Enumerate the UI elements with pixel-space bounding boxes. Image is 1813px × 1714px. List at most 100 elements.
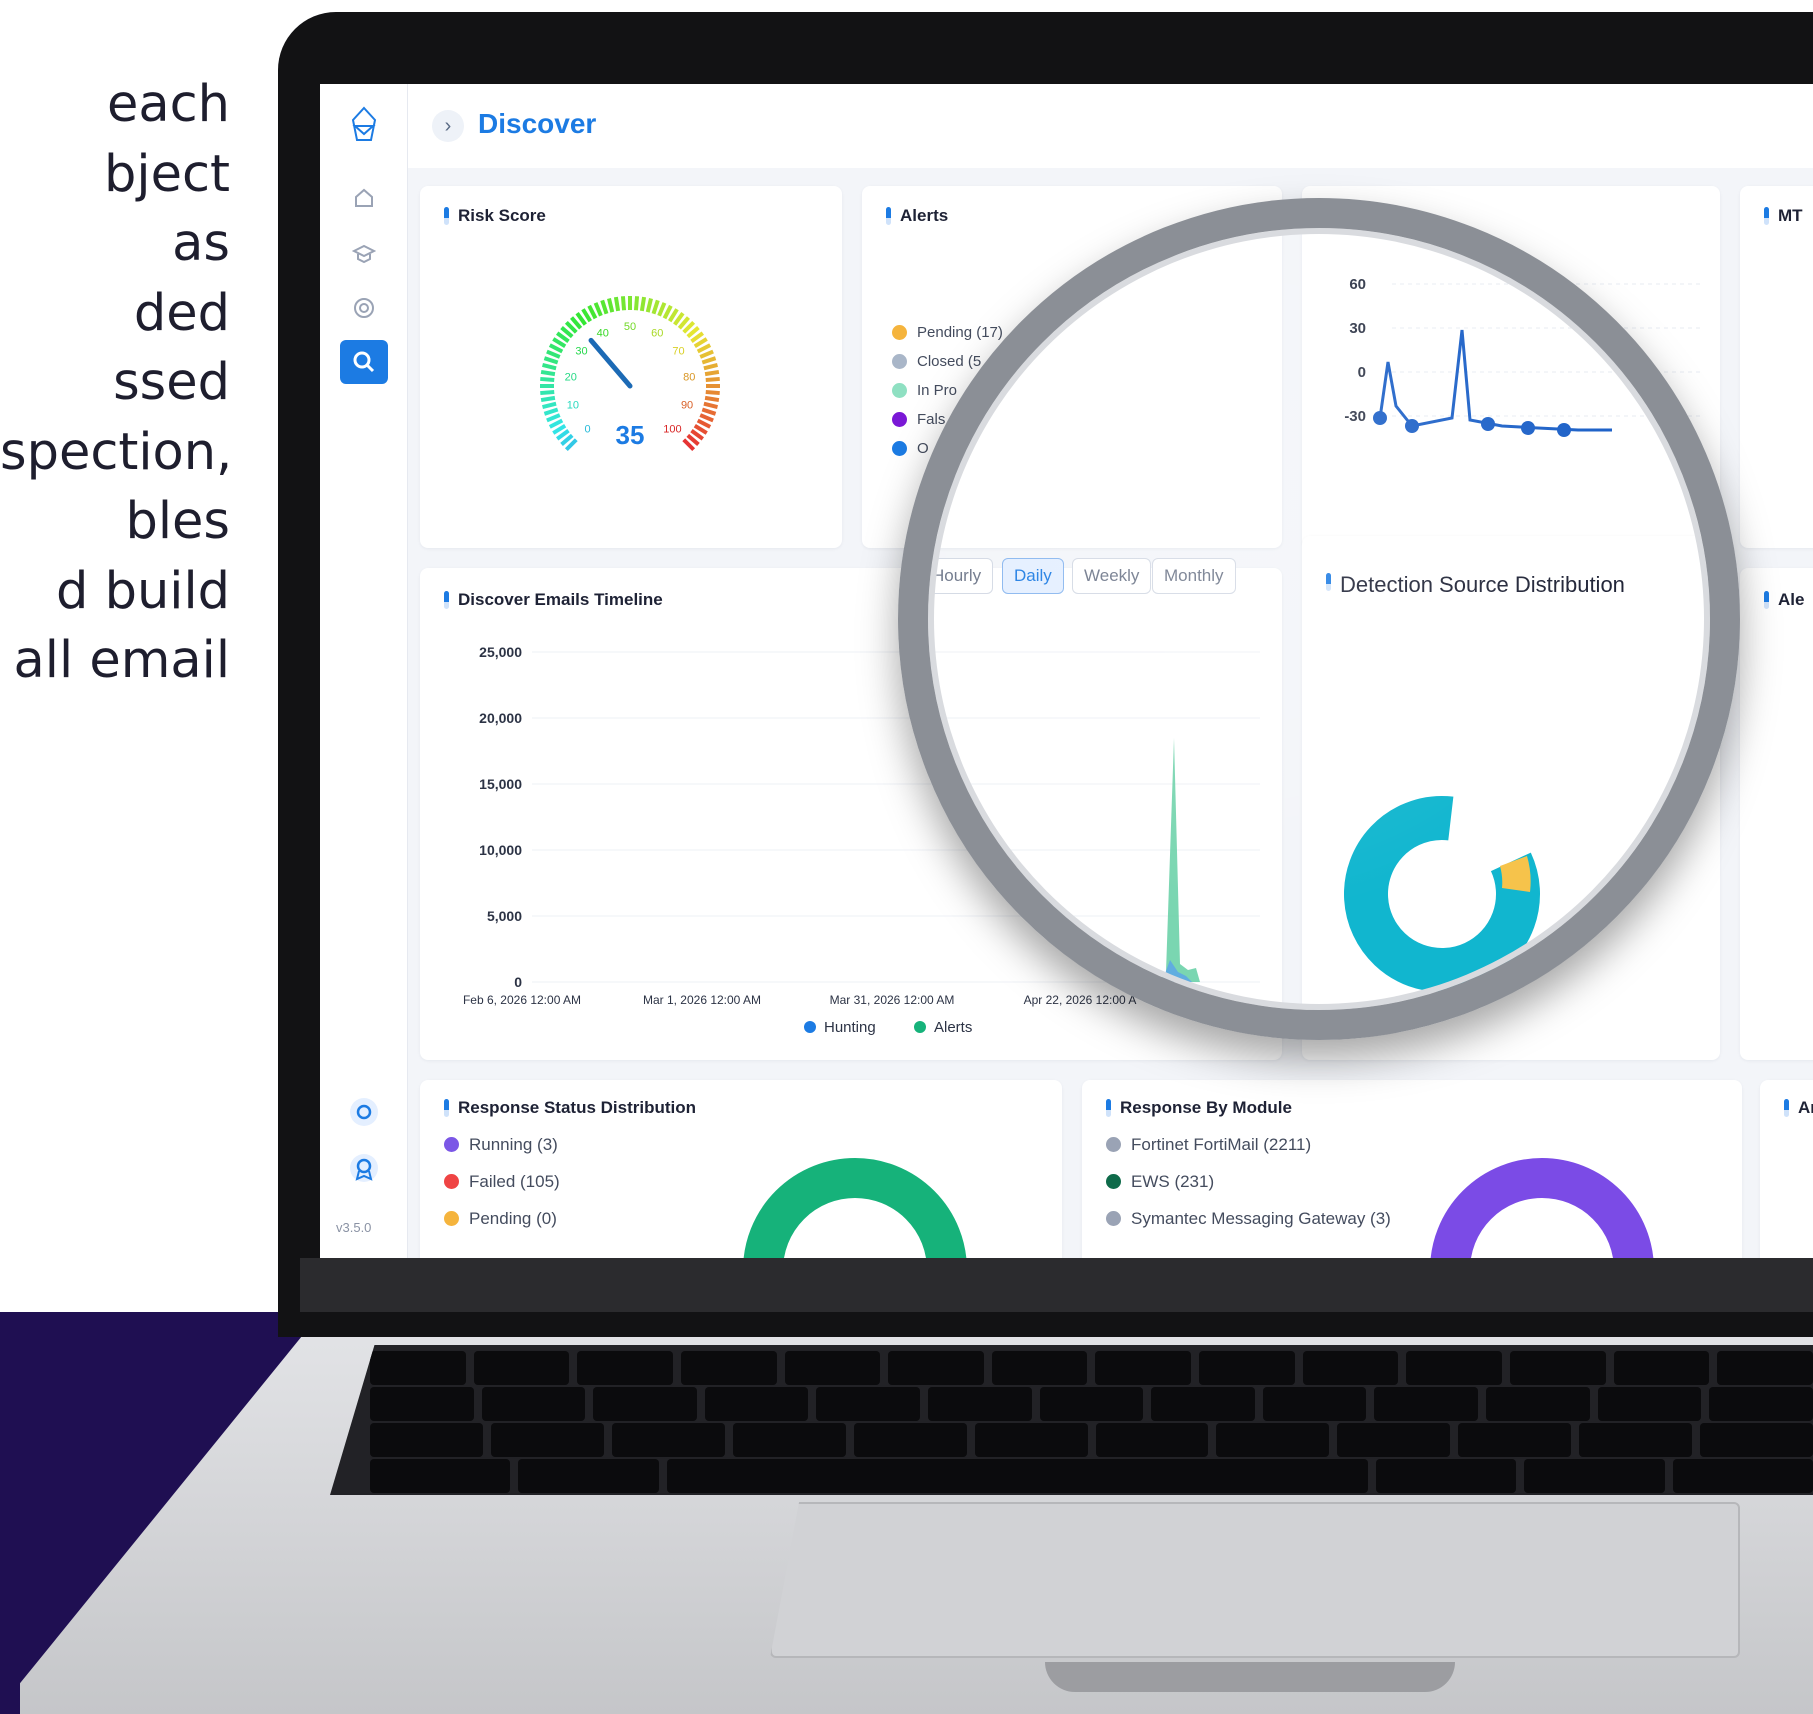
gauge-tick	[705, 389, 720, 396]
gauge-label: 10	[567, 400, 579, 412]
alerts-area	[1158, 738, 1200, 982]
legend-item[interactable]: Closed (5	[892, 347, 1003, 376]
response-status-donut	[743, 1158, 967, 1258]
legend-dot	[892, 383, 907, 398]
gauge-label: 0	[585, 423, 591, 435]
version-label: v3.5.0	[336, 1220, 372, 1235]
gauge-label: 80	[683, 372, 695, 384]
y-tick-label: 25,000	[479, 644, 522, 660]
settings-icon[interactable]	[346, 1094, 382, 1130]
laptop-screen: v3.5.0 › Discover Risk Score 0 10 20 30 40 50…	[320, 84, 1813, 1258]
gauge-tick	[657, 302, 667, 317]
legend-label: In Pro	[917, 382, 958, 399]
copy-line: ded	[133, 283, 230, 343]
laptop-bezel	[300, 1258, 1813, 1312]
copy-line: bles	[125, 492, 231, 551]
trackpad	[770, 1502, 1740, 1658]
gauge-needle	[588, 337, 633, 389]
y-tick-label: 10,000	[479, 842, 522, 858]
granularity-hourly[interactable]: Hourly	[920, 558, 994, 594]
gauge-tick	[703, 363, 718, 371]
response-module-donut	[1430, 1158, 1654, 1258]
copy-line: ssed	[113, 353, 230, 412]
data-point	[1373, 411, 1387, 425]
laptop-notch	[1045, 1662, 1455, 1692]
keyboard	[330, 1345, 1813, 1495]
discover-icon[interactable]	[340, 340, 388, 384]
trend-chart: 60 30 0 -30	[1344, 276, 1702, 437]
risk-gauge: 0 10 20 30 40 50 60 70 80 90100 35	[540, 296, 720, 452]
gauge-tick	[587, 304, 598, 320]
marketing-copy: each bject as ded ssed spection, bles d …	[0, 70, 230, 696]
gauge-tick	[620, 296, 627, 311]
header: › Discover	[408, 84, 1813, 168]
badge-icon[interactable]	[346, 1150, 382, 1186]
gauge-label: 40	[597, 328, 609, 340]
gauge-tick	[600, 299, 609, 315]
gauge-tick	[639, 296, 647, 312]
timeline-chart: 25,000 20,000 15,000 10,000 5,000 0 Feb 6, 202…	[463, 644, 1260, 1036]
legend-dot	[892, 325, 907, 340]
granularity-weekly[interactable]: Weekly	[1072, 558, 1152, 594]
gauge-tick	[633, 296, 640, 311]
chevron-right-icon[interactable]: ›	[432, 110, 464, 142]
card-title: Ale	[1764, 590, 1804, 610]
radar-icon[interactable]	[346, 290, 382, 326]
gauge-tick	[546, 413, 561, 423]
gauge-label: 70	[672, 346, 684, 358]
x-tick-label: Apr 22, 2026 12:00 A	[1024, 993, 1137, 1007]
y-tick-label: 60	[1349, 276, 1366, 293]
y-tick-label: 15,000	[479, 776, 522, 792]
legend-item[interactable]: Pending (17)	[892, 318, 1003, 347]
response-module-card: Response By Module Fortinet FortiMail (2…	[1082, 1080, 1742, 1258]
logo-icon[interactable]	[346, 106, 382, 142]
home-icon[interactable]	[346, 180, 382, 216]
page-title: Discover	[478, 108, 597, 139]
data-point	[1521, 421, 1535, 435]
legend-item[interactable]: Fals	[892, 405, 1003, 434]
y-tick-label: 0	[514, 974, 522, 990]
right-bottom-card: Ar	[1760, 1080, 1813, 1258]
gauge-label: 60	[651, 328, 663, 340]
gauge-tick	[543, 407, 559, 416]
gauge-tick	[548, 418, 564, 429]
legend-label: O	[917, 440, 929, 457]
copy-line: as	[172, 214, 230, 273]
gauge-tick	[651, 299, 660, 315]
x-tick-label: Feb 6, 2026 12:00 AM	[463, 993, 581, 1007]
granularity-monthly[interactable]: Monthly	[1152, 558, 1236, 594]
alerts-right-card: Ale	[1740, 568, 1813, 1060]
data-point	[1405, 419, 1419, 433]
gauge-tick	[593, 302, 603, 317]
gauge-tick	[540, 369, 556, 377]
timeline-card: Discover Emails Timeline 25,000 20,000 15,…	[420, 568, 1282, 1060]
graduation-icon[interactable]	[346, 236, 382, 272]
copy-line: d build	[56, 561, 230, 621]
legend-label: Alerts	[934, 1019, 972, 1036]
gauge-tick	[699, 413, 714, 423]
x-tick-label: Mar 1, 2026 12:00 AM	[643, 993, 761, 1007]
gauge-tick	[696, 343, 712, 354]
legend-dot	[892, 441, 907, 456]
gauge-tick	[540, 389, 555, 396]
legend-dot	[892, 354, 907, 369]
response-status-card: Response Status Distribution Running (3)…	[420, 1080, 1062, 1258]
card-title: Ar	[1784, 1098, 1813, 1118]
legend-item[interactable]: O	[892, 434, 1003, 463]
x-tick-label: Mar 31, 2026 12:00 AM	[830, 993, 955, 1007]
risk-score-value: 35	[616, 420, 645, 450]
y-tick-label: 20,000	[479, 710, 522, 726]
y-tick-label: 30	[1349, 320, 1366, 337]
gauge-tick	[696, 418, 712, 429]
gauge-label: 90	[681, 400, 693, 412]
granularity-daily[interactable]: Daily	[1002, 558, 1064, 594]
detection-source-card: Detection Source Distribution	[1302, 536, 1720, 1060]
gauge-tick	[607, 298, 615, 313]
series-line	[1378, 329, 1612, 432]
gauge-tick	[701, 407, 717, 416]
legend-label: Pending (17)	[917, 324, 1003, 341]
legend-item[interactable]: In Pro	[892, 376, 1003, 405]
gauge-label: 20	[565, 372, 577, 384]
gauge-tick	[548, 343, 564, 354]
card-title: Alerts	[886, 206, 948, 226]
